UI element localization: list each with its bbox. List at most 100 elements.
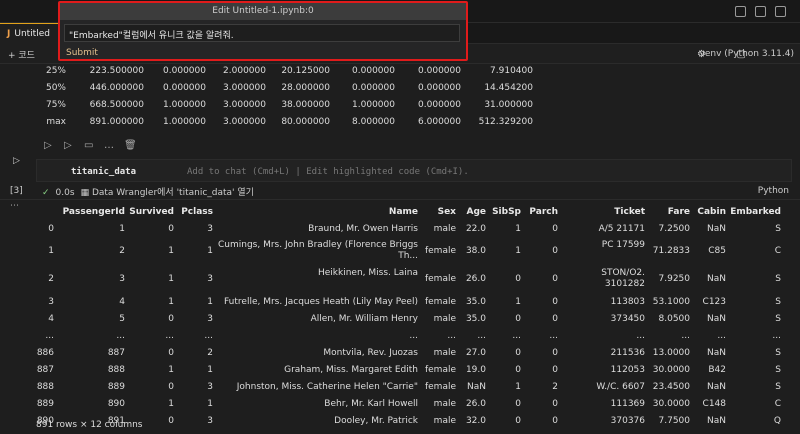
table-cell: S xyxy=(775,314,781,324)
run-above-icon[interactable]: ▷ xyxy=(44,140,58,151)
table-cell: 32.0 xyxy=(465,416,486,426)
table-cell: 0 xyxy=(515,365,521,375)
cell-status: ✓ 0.0s ▦ Data Wrangler에서 'titanic_data' 열기 xyxy=(42,185,254,198)
table-cell: 3 xyxy=(207,274,213,284)
column-header[interactable]: Cabin xyxy=(686,207,726,217)
cell-language[interactable]: Python xyxy=(758,186,789,196)
table-cell: 0 xyxy=(552,224,558,234)
table-cell: 0 xyxy=(515,416,521,426)
table-cell: STON/O2. 3101282 xyxy=(601,268,645,289)
column-header[interactable]: Name xyxy=(218,207,418,217)
table-cell: 112053 xyxy=(610,365,645,375)
run-below-icon[interactable]: ▷ xyxy=(64,140,78,151)
table-cell: 2 xyxy=(207,348,213,358)
table-cell: 1 xyxy=(515,224,521,234)
layout-icon[interactable] xyxy=(735,6,746,17)
inline-chat-panel: Edit Untitled-1.ipynb:0 "Embarked"컬럼에서 유… xyxy=(58,1,468,61)
table-cell: 1 xyxy=(119,224,125,234)
table-cell: 113803 xyxy=(610,297,645,307)
table-cell: NaN xyxy=(707,274,726,284)
table-cell: 1 xyxy=(515,382,521,392)
tab-untitled[interactable]: J Untitled xyxy=(0,23,62,44)
table-cell: Graham, Miss. Margaret Edith xyxy=(284,365,418,375)
table-cell: 22.0 xyxy=(465,224,486,234)
submit-button[interactable]: Submit xyxy=(66,48,98,58)
column-header[interactable]: Ticket xyxy=(565,207,645,217)
table-cell: Braund, Mr. Owen Harris xyxy=(308,224,418,234)
table-cell: 38.0 xyxy=(465,246,486,256)
table-cell: NaN xyxy=(707,416,726,426)
split-cell-icon[interactable]: ▭ xyxy=(84,140,98,151)
table-cell: 1 xyxy=(207,246,213,256)
table-cell: 0 xyxy=(552,348,558,358)
table-cell: 8.0500 xyxy=(658,314,691,324)
table-cell: PC 17599 xyxy=(601,240,645,250)
describe-stat: max xyxy=(46,117,66,127)
table-cell: 13.0000 xyxy=(652,348,690,358)
table-cell: NaN xyxy=(707,314,726,324)
code-line[interactable]: titanic_data xyxy=(71,167,136,177)
table-cell: 1 xyxy=(207,399,213,409)
table-cell: 211536 xyxy=(610,348,645,358)
panel-icon[interactable] xyxy=(755,6,766,17)
table-cell: ... xyxy=(512,331,521,341)
table-cell: 373450 xyxy=(610,314,645,324)
table-cell: 0 xyxy=(552,246,558,256)
table-cell: S xyxy=(775,348,781,358)
table-cell: 370376 xyxy=(610,416,645,426)
column-header[interactable]: SibSp xyxy=(481,207,521,217)
table-cell: 1 xyxy=(207,297,213,307)
describe-cell: 7.910400 xyxy=(490,66,533,76)
table-cell: S xyxy=(775,224,781,234)
exec-time: 0.0s xyxy=(55,188,75,198)
describe-cell: 512.329200 xyxy=(478,117,533,127)
table-cell: 0 xyxy=(552,274,558,284)
describe-cell: 0.000000 xyxy=(418,100,461,110)
execution-count: [3] xyxy=(10,186,23,196)
cell-hint: Add to chat (Cmd+L) | Edit highlighted c… xyxy=(187,167,469,177)
table-cell: 2 xyxy=(119,246,125,256)
table-cell: A/5 21171 xyxy=(598,224,645,234)
data-wrangler-link[interactable]: Data Wrangler에서 'titanic_data' 열기 xyxy=(92,188,254,198)
column-header[interactable]: Age xyxy=(446,207,486,217)
table-cell: 3 xyxy=(207,382,213,392)
table-cell: 7.2500 xyxy=(658,224,691,234)
table-cell: 111369 xyxy=(610,399,645,409)
table-cell: Heikkinen, Miss. Laina xyxy=(317,268,418,278)
table-cell: 0 xyxy=(552,297,558,307)
kernel-picker[interactable]: venv (Python 3.11.4) xyxy=(700,49,794,59)
split-icon[interactable] xyxy=(775,6,786,17)
output-menu-icon[interactable]: ⋯ xyxy=(10,201,19,211)
more-actions-icon[interactable]: … xyxy=(104,140,118,151)
delete-icon[interactable]: 🗑 xyxy=(124,140,138,151)
column-header[interactable]: Fare xyxy=(640,207,690,217)
column-header[interactable]: Embarked xyxy=(721,207,781,217)
table-cell: ... xyxy=(636,331,645,341)
code-cell[interactable]: titanic_data Add to chat (Cmd+L) | Edit … xyxy=(36,159,792,182)
table-cell: C xyxy=(774,246,781,256)
table-cell: 1 xyxy=(207,365,213,375)
table-cell: 0 xyxy=(552,399,558,409)
table-cell: NaN xyxy=(707,348,726,358)
table-cell: Johnston, Miss. Catherine Helen "Carrie" xyxy=(236,382,418,392)
table-cell: S xyxy=(775,274,781,284)
table-cell: 887 xyxy=(107,348,125,358)
add-code-button[interactable]: + 코드 xyxy=(8,48,35,61)
run-cell-icon[interactable]: ▷ xyxy=(13,156,20,166)
table-cell: Behr, Mr. Karl Howell xyxy=(324,399,418,409)
column-header[interactable]: PassengerId xyxy=(35,207,125,217)
column-header[interactable]: Pclass xyxy=(163,207,213,217)
column-header[interactable]: Parch xyxy=(518,207,558,217)
table-cell: B42 xyxy=(708,365,726,375)
table-cell: Q xyxy=(773,416,781,426)
table-cell: 26.0 xyxy=(465,399,486,409)
chat-input[interactable]: "Embarked"컬럼에서 유니크 값을 알려줘. xyxy=(64,24,460,42)
table-cell: 27.0 xyxy=(465,348,486,358)
table-cell: 888 xyxy=(107,365,125,375)
table-cell: Futrelle, Mrs. Jacques Heath (Lily May P… xyxy=(223,297,418,307)
table-cell: 0 xyxy=(515,399,521,409)
table-cell: S xyxy=(775,297,781,307)
table-cell: Allen, Mr. William Henry xyxy=(310,314,418,324)
table-cell: 71.2833 xyxy=(652,246,690,256)
table-cell: ... xyxy=(116,331,125,341)
